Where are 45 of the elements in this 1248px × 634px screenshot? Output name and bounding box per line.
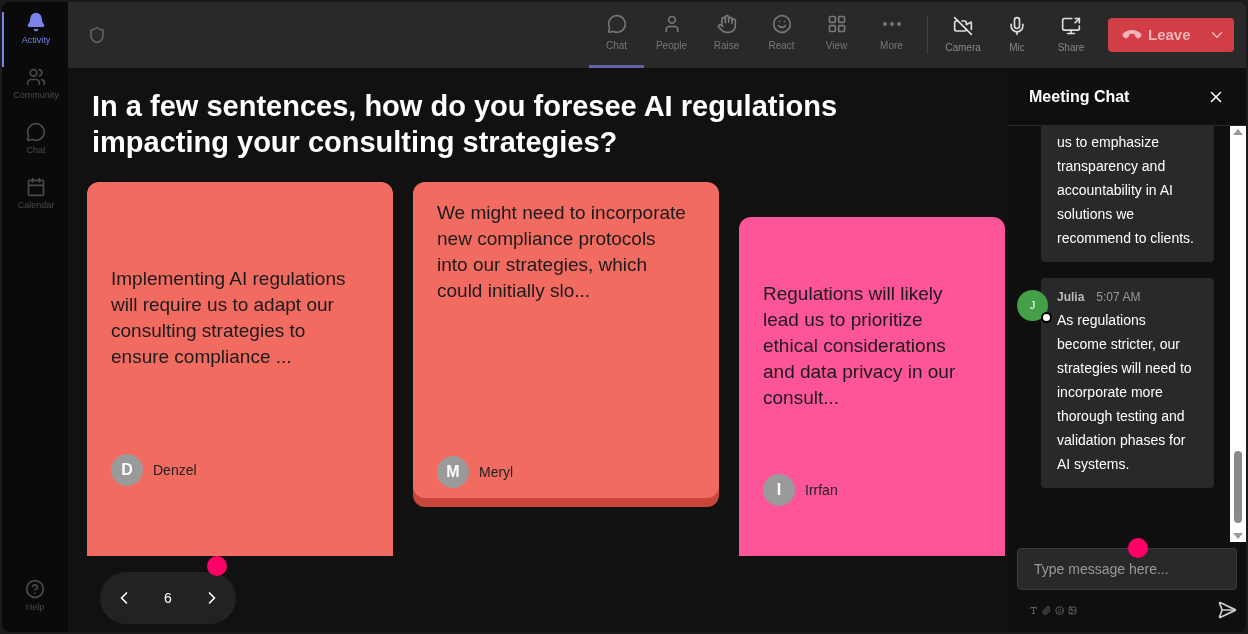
toolbar-button[interactable]: View	[809, 2, 864, 68]
avatar: M	[437, 456, 469, 488]
author-name: Meryl	[479, 462, 514, 482]
message-input[interactable]: Type message here...	[1017, 548, 1237, 590]
question-title: In a few sentences, how do you foresee AI regulations impacting your consulting strategies?	[91, 89, 839, 160]
message-time: 5:07 AM	[1096, 289, 1141, 306]
toolbar-button[interactable]: Share	[1044, 2, 1098, 68]
camera-off-icon	[953, 15, 973, 36]
more-icon	[882, 22, 901, 26]
response-text: We might need to incorporate new compliance protocols into our strategies, which could initially slo...	[437, 201, 687, 303]
grid-icon	[826, 14, 847, 34]
toolbar-button[interactable]: Chat	[589, 2, 644, 68]
chat-bubble-icon	[26, 122, 46, 142]
avatar: D	[111, 454, 143, 486]
avatar: I	[763, 474, 795, 506]
leave-button[interactable]: Leave	[1108, 18, 1234, 52]
toolbar-button[interactable]: Camera	[936, 2, 990, 68]
author-name: Irrfan	[805, 480, 838, 500]
smiley-icon	[771, 14, 792, 34]
toolbar-button[interactable]: More	[864, 2, 919, 68]
format-icon[interactable]	[1029, 605, 1038, 615]
help-icon	[25, 578, 45, 599]
chat-title: Meeting Chat	[1029, 86, 1130, 107]
share-screen-icon	[1061, 15, 1081, 36]
people-icon	[26, 67, 46, 87]
page-number: 6	[164, 588, 172, 608]
response-text: Implementing AI regulations will require us to adapt our consulting strategies to ensure compliance ...	[111, 267, 347, 369]
hand-icon	[716, 14, 737, 34]
toolbar-button[interactable]: People	[644, 2, 699, 68]
bell-icon	[26, 12, 46, 32]
response-text: Regulations will likely lead us to prioritize ethical considerations and data privacy in our consult...	[763, 281, 957, 410]
message-text: us to emphasize transparency and accountability in AI solutions we recommend to clients.	[1057, 133, 1195, 248]
message-text: As regulations become stricter, our strategies will need to incorporate more thorough testing and validation phases for AI systems.	[1057, 311, 1193, 474]
toolbar-button[interactable]: Mic	[990, 2, 1044, 68]
shield-icon	[88, 26, 106, 44]
calendar-icon	[26, 177, 46, 197]
toolbar-button[interactable]: Raise	[699, 2, 754, 68]
chat-bubble-icon	[606, 14, 627, 34]
microphone-icon	[1007, 15, 1027, 36]
toolbar-button[interactable]: React	[754, 2, 809, 68]
sidebar-item[interactable]: Community	[2, 67, 68, 122]
send-icon[interactable]	[1217, 600, 1237, 620]
author-name: Denzel	[153, 460, 197, 480]
emoji-icon[interactable]	[1055, 605, 1064, 615]
message-author: Julia	[1057, 289, 1085, 306]
